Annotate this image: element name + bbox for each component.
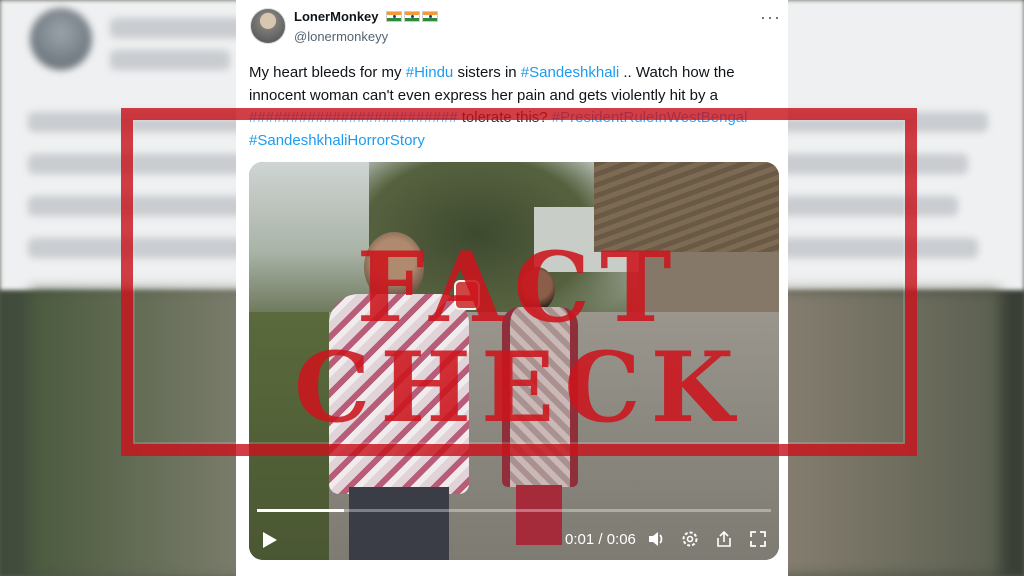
tweet-card: LonerMonkey @lonermonkeyy ··· My heart b…: [236, 0, 788, 576]
tweet-text-part: sisters in: [453, 64, 521, 81]
more-horizontal-icon[interactable]: ···: [760, 8, 781, 26]
hashtag-link[interactable]: #PresidentRuleInWestBengal: [552, 109, 748, 126]
video-progress-fill: [257, 509, 345, 512]
video-scene: [594, 162, 779, 252]
video-person: [494, 267, 584, 560]
hashtag-link[interactable]: #Sandeshkhali: [521, 64, 619, 81]
video-person-part: [502, 307, 578, 487]
display-name[interactable]: LonerMonkey: [294, 9, 379, 24]
video-person-part: [329, 294, 469, 494]
india-flag-icon: [422, 11, 438, 22]
hashtag-link[interactable]: #Hindu: [406, 64, 454, 81]
backdrop-avatar: [30, 8, 92, 70]
tweet-text-part: My heart bleeds for my: [249, 64, 406, 81]
video-controls: 0:01 / 0:06: [249, 522, 779, 560]
tweet-text-part: tolerate this?: [457, 109, 552, 126]
volume-icon[interactable]: [645, 529, 667, 551]
video-progress-bar[interactable]: [257, 509, 771, 512]
microphone: [454, 280, 480, 310]
india-flag-icon: [404, 11, 420, 22]
user-handle[interactable]: @lonermonkeyy: [294, 29, 388, 44]
play-icon[interactable]: [263, 532, 277, 548]
video-player[interactable]: 0:01 / 0:06: [249, 162, 779, 560]
india-flag-icon: [386, 11, 402, 22]
video-person-part: [519, 267, 555, 311]
settings-icon[interactable]: [679, 529, 701, 551]
backdrop-line: [110, 50, 230, 70]
share-icon[interactable]: [713, 529, 735, 551]
flag-emojis: [386, 11, 438, 22]
hashtag-link[interactable]: #SandeshkhaliHorrorStory: [249, 132, 425, 149]
avatar[interactable]: [250, 8, 286, 44]
video-time: 0:01 / 0:06: [565, 531, 636, 548]
fullscreen-icon[interactable]: [747, 529, 769, 551]
obscured-text: #########################: [249, 109, 458, 126]
tweet-text: My heart bleeds for my #Hindu sisters in…: [249, 62, 774, 152]
video-person-part: [364, 232, 424, 302]
